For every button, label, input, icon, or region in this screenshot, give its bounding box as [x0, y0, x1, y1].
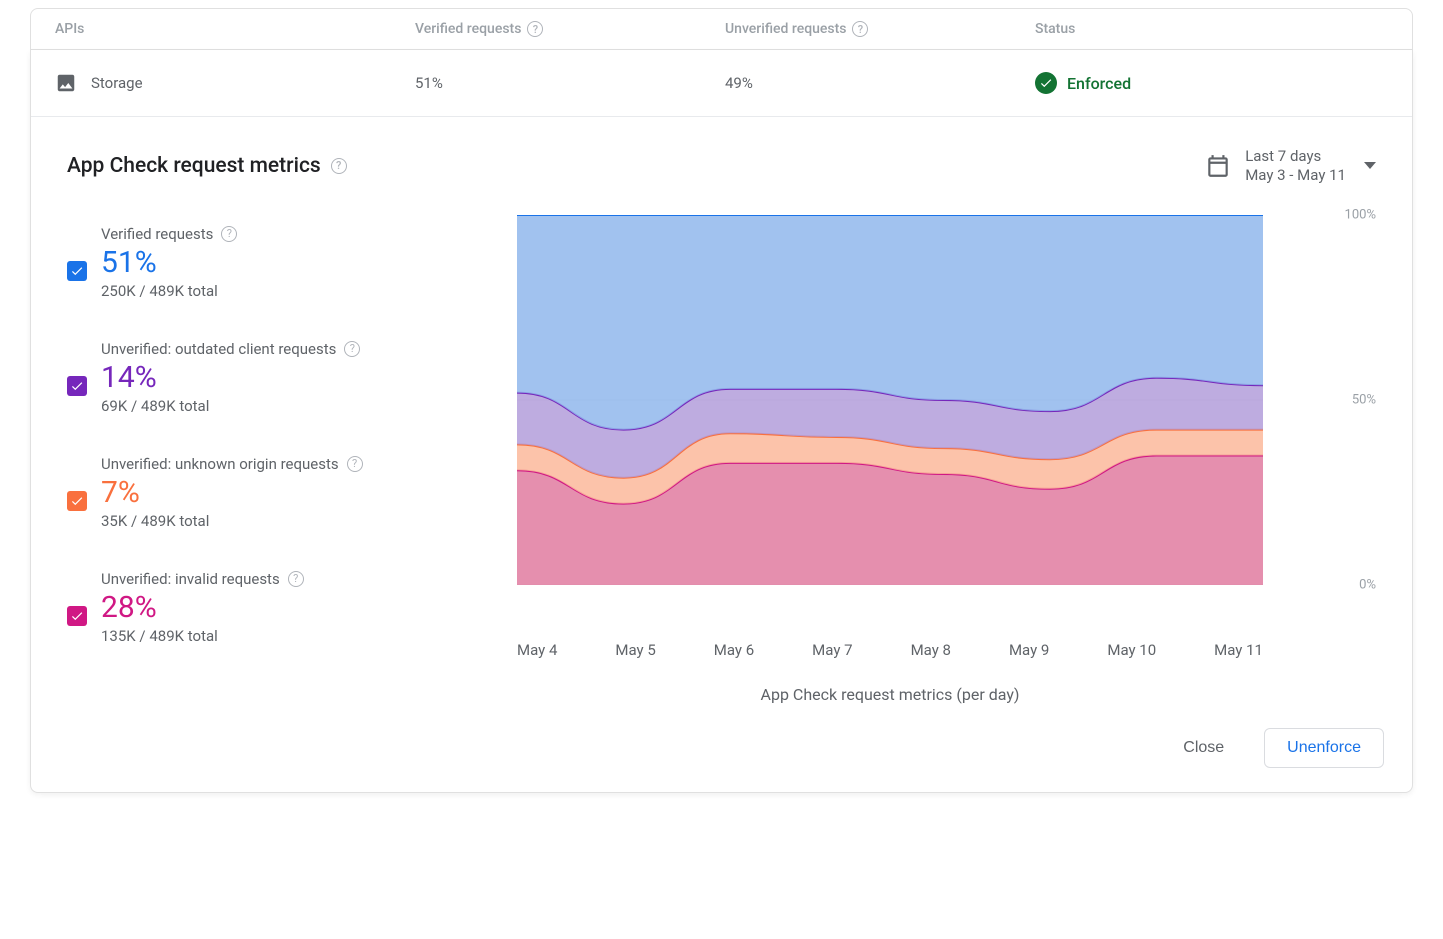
- x-tick: May 7: [812, 641, 852, 659]
- checkbox-invalid[interactable]: [67, 606, 87, 626]
- col-header-status: Status: [1035, 21, 1388, 37]
- x-tick: May 4: [517, 641, 557, 659]
- col-header-apis: APIs: [55, 21, 415, 37]
- date-range-picker[interactable]: Last 7 days May 3 - May 11: [1205, 147, 1376, 185]
- metric-sub: 69K / 489K total: [101, 397, 360, 415]
- metrics-legend: Verified requests? 51% 250K / 489K total…: [67, 215, 497, 704]
- api-card: Storage 51% 49% Enforced App Check reque…: [30, 50, 1413, 793]
- card-footer: Close Unenforce: [31, 714, 1412, 792]
- metric-verified: Verified requests? 51% 250K / 489K total: [67, 225, 497, 300]
- area-chart: [517, 215, 1263, 585]
- x-tick: May 11: [1214, 641, 1263, 659]
- metrics-title: App Check request metrics ?: [67, 154, 347, 178]
- y-tick: 50%: [1352, 392, 1376, 407]
- status-badge: Enforced: [1035, 72, 1388, 94]
- api-name: Storage: [91, 74, 143, 92]
- x-axis: May 4 May 5 May 6 May 7 May 8 May 9 May 10 May …: [517, 641, 1263, 659]
- metrics-chart: 100% 50% 0% May 4May 5May 6May 7May 8May…: [517, 215, 1376, 704]
- api-row-storage[interactable]: Storage 51% 49% Enforced: [31, 50, 1412, 117]
- verified-pct-cell: 51%: [415, 74, 725, 92]
- calendar-icon: [1205, 153, 1231, 179]
- metric-sub: 250K / 489K total: [101, 282, 237, 300]
- checkbox-outdated[interactable]: [67, 376, 87, 396]
- help-icon[interactable]: ?: [347, 456, 363, 472]
- checkbox-unknown[interactable]: [67, 491, 87, 511]
- date-label: Last 7 days: [1245, 147, 1346, 166]
- x-tick: May 9: [1009, 641, 1049, 659]
- metric-pct: 51%: [101, 245, 237, 280]
- check-circle-icon: [1035, 72, 1057, 94]
- x-tick: May 10: [1107, 641, 1156, 659]
- metric-pct: 7%: [101, 475, 363, 510]
- chevron-down-icon: [1364, 162, 1376, 169]
- help-icon[interactable]: ?: [852, 21, 868, 37]
- help-icon[interactable]: ?: [331, 158, 347, 174]
- help-icon[interactable]: ?: [288, 571, 304, 587]
- metric-sub: 135K / 489K total: [101, 627, 304, 645]
- date-range: May 3 - May 11: [1245, 166, 1346, 185]
- checkbox-verified[interactable]: [67, 261, 87, 281]
- col-header-unverified: Unverified requests ?: [725, 21, 1035, 37]
- help-icon[interactable]: ?: [527, 21, 543, 37]
- chart-caption: App Check request metrics (per day): [517, 685, 1263, 704]
- metric-sub: 35K / 489K total: [101, 512, 363, 530]
- unverified-pct-cell: 49%: [725, 74, 1035, 92]
- image-icon: [55, 72, 77, 94]
- col-header-verified: Verified requests ?: [415, 21, 725, 37]
- unenforce-button[interactable]: Unenforce: [1264, 728, 1384, 768]
- help-icon[interactable]: ?: [221, 226, 237, 242]
- y-tick: 0%: [1359, 577, 1376, 592]
- close-button[interactable]: Close: [1171, 731, 1236, 765]
- x-tick: May 5: [615, 641, 655, 659]
- metric-invalid: Unverified: invalid requests? 28% 135K /…: [67, 570, 497, 645]
- x-tick: May 6: [714, 641, 754, 659]
- table-header: APIs Verified requests ? Unverified requ…: [30, 8, 1413, 50]
- x-tick: May 8: [911, 641, 951, 659]
- y-tick: 100%: [1345, 207, 1376, 222]
- metric-unknown: Unverified: unknown origin requests? 7% …: [67, 455, 497, 530]
- help-icon[interactable]: ?: [344, 341, 360, 357]
- metric-pct: 14%: [101, 360, 360, 395]
- metric-pct: 28%: [101, 590, 304, 625]
- metric-outdated: Unverified: outdated client requests? 14…: [67, 340, 497, 415]
